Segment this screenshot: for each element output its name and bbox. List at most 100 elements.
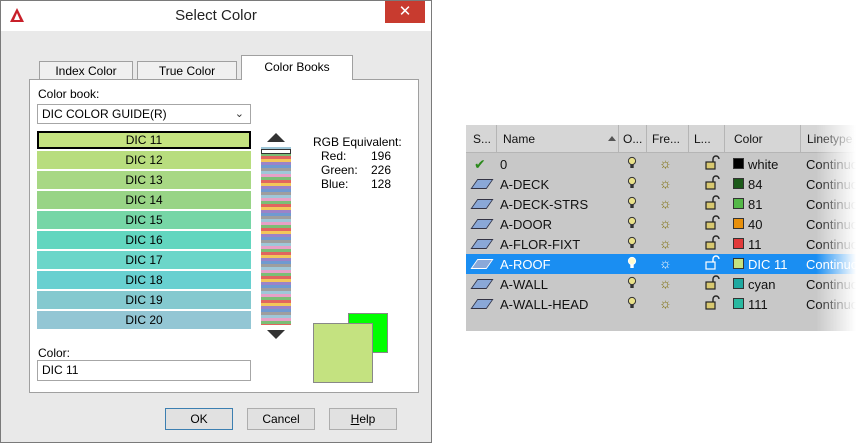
col-color[interactable]: Color [734, 132, 763, 146]
scroll-down-icon[interactable] [267, 330, 285, 339]
color-swatch[interactable]: DIC 16 [37, 231, 251, 249]
ok-button[interactable]: OK [165, 408, 233, 430]
layer-status[interactable] [470, 216, 494, 232]
unlock-icon[interactable] [704, 275, 720, 291]
unlock-icon[interactable] [704, 295, 720, 311]
lightbulb-icon[interactable] [627, 176, 637, 190]
layer-color-swatch[interactable] [733, 238, 744, 249]
layer-row[interactable]: A-DOOR ☼ 40 Continuous [466, 214, 856, 234]
layer-color-swatch[interactable] [733, 278, 744, 289]
close-button[interactable]: ✕ [385, 1, 425, 23]
layer-linetype[interactable]: Continuous [806, 277, 856, 292]
layer-color-name[interactable]: cyan [748, 277, 775, 292]
sun-thaw-icon[interactable]: ☼ [659, 275, 672, 291]
layer-linetype[interactable]: Continuous [806, 217, 856, 232]
color-swatch[interactable]: DIC 15 [37, 211, 251, 229]
color-swatch[interactable]: DIC 17 [37, 251, 251, 269]
sun-thaw-icon[interactable]: ☼ [659, 175, 672, 191]
sun-thaw-icon[interactable]: ☼ [659, 255, 672, 271]
layer-row[interactable]: ✔ 0 ☼ white Continuous [466, 154, 856, 174]
layer-name[interactable]: 0 [500, 157, 507, 172]
layer-color-name[interactable]: 111 [748, 297, 768, 312]
layer-row[interactable]: A-WALL-HEAD ☼ 111 Continuous [466, 294, 856, 314]
layer-linetype[interactable]: Continuous [806, 177, 856, 192]
scroll-up-icon[interactable] [267, 133, 285, 142]
layer-color-swatch[interactable] [733, 178, 744, 189]
sun-thaw-icon[interactable]: ☼ [659, 215, 672, 231]
layer-color-swatch[interactable] [733, 198, 744, 209]
color-page-strip[interactable] [261, 147, 291, 325]
col-status[interactable]: S... [473, 132, 491, 146]
help-button[interactable]: Help [329, 408, 397, 430]
unlock-icon[interactable] [704, 235, 720, 251]
lightbulb-icon[interactable] [627, 216, 637, 230]
layer-color-name[interactable]: 81 [748, 197, 762, 212]
layer-color-name[interactable]: 40 [748, 217, 762, 232]
col-linetype[interactable]: Linetype [807, 132, 852, 146]
layer-name[interactable]: A-DECK [500, 177, 549, 192]
col-lock[interactable]: L... [694, 132, 711, 146]
layer-name[interactable]: A-ROOF [500, 257, 551, 272]
color-swatch[interactable]: DIC 12 [37, 151, 251, 169]
tab-color-books[interactable]: Color Books [241, 55, 353, 80]
layer-status[interactable] [470, 236, 494, 252]
color-swatch[interactable]: DIC 18 [37, 271, 251, 289]
color-swatch[interactable]: DIC 13 [37, 171, 251, 189]
layer-status[interactable] [470, 256, 494, 272]
current-layer-check-icon[interactable]: ✔ [474, 156, 486, 173]
unlock-icon[interactable] [704, 215, 720, 231]
layer-color-name[interactable]: 84 [748, 177, 762, 192]
layer-color-swatch[interactable] [733, 258, 744, 269]
sun-thaw-icon[interactable]: ☼ [659, 295, 672, 311]
layer-linetype[interactable]: Continuous [806, 237, 856, 252]
sun-thaw-icon[interactable]: ☼ [659, 235, 672, 251]
layer-row[interactable]: A-WALL ☼ cyan Continuous [466, 274, 856, 294]
layer-linetype[interactable]: Continuous [806, 257, 856, 272]
layer-name[interactable]: A-WALL [500, 277, 548, 292]
unlock-icon[interactable] [704, 155, 720, 171]
layer-color-swatch[interactable] [733, 298, 744, 309]
layer-name[interactable]: A-DOOR [500, 217, 552, 232]
layer-name[interactable]: A-DECK-STRS [500, 197, 588, 212]
unlock-icon[interactable] [704, 255, 720, 271]
layer-row[interactable]: A-FLOR-FIXT ☼ 11 Continuous [466, 234, 856, 254]
lightbulb-icon[interactable] [627, 156, 637, 170]
col-name[interactable]: Name [503, 132, 535, 146]
layer-color-swatch[interactable] [733, 158, 744, 169]
layer-name[interactable]: A-FLOR-FIXT [500, 237, 580, 252]
layer-color-swatch[interactable] [733, 218, 744, 229]
layer-row[interactable]: A-ROOF ☼ DIC 11 Continuous [466, 254, 856, 274]
layer-status[interactable] [470, 176, 494, 192]
layer-linetype[interactable]: Continuous [806, 297, 856, 312]
color-book-select[interactable]: DIC COLOR GUIDE(R) ⌄ [37, 104, 251, 124]
lightbulb-icon[interactable] [627, 196, 637, 210]
layer-linetype[interactable]: Continuous [806, 157, 856, 172]
lightbulb-icon[interactable] [627, 256, 637, 270]
color-swatch[interactable]: DIC 14 [37, 191, 251, 209]
color-name-field[interactable]: DIC 11 [37, 360, 251, 381]
layer-status[interactable] [470, 276, 494, 292]
color-swatch[interactable]: DIC 20 [37, 311, 251, 329]
tab-true-color[interactable]: True Color [137, 61, 237, 79]
scroll-thumb[interactable] [261, 149, 291, 154]
layer-color-name[interactable]: DIC 11 [748, 257, 788, 272]
tab-index-color[interactable]: Index Color [39, 61, 133, 79]
layer-linetype[interactable]: Continuous [806, 197, 856, 212]
color-swatch[interactable]: DIC 11 [37, 131, 251, 149]
sun-thaw-icon[interactable]: ☼ [659, 155, 672, 171]
unlock-icon[interactable] [704, 175, 720, 191]
lightbulb-icon[interactable] [627, 296, 637, 310]
layer-color-name[interactable]: 11 [748, 237, 762, 252]
sun-thaw-icon[interactable]: ☼ [659, 195, 672, 211]
layer-color-name[interactable]: white [748, 157, 778, 172]
color-page-scroller[interactable] [258, 129, 294, 343]
lightbulb-icon[interactable] [627, 236, 637, 250]
layer-status[interactable] [470, 296, 494, 312]
layer-status[interactable] [470, 196, 494, 212]
layer-row[interactable]: A-DECK-STRS ☼ 81 Continuous [466, 194, 856, 214]
cancel-button[interactable]: Cancel [247, 408, 315, 430]
unlock-icon[interactable] [704, 195, 720, 211]
lightbulb-icon[interactable] [627, 276, 637, 290]
col-on[interactable]: O... [623, 132, 642, 146]
color-swatch[interactable]: DIC 19 [37, 291, 251, 309]
